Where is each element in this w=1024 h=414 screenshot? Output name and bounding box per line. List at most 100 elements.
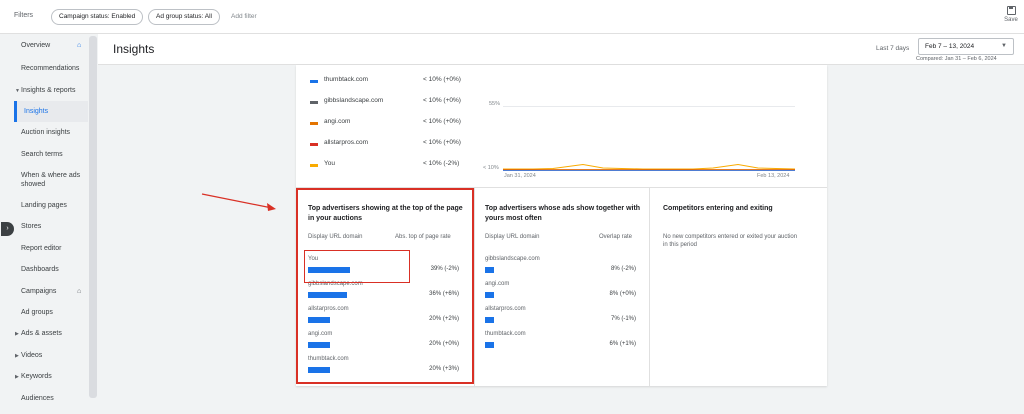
sidebar-item-label: Dashboards [21,266,59,273]
legend-swatch [310,143,318,146]
legend-name: allstarpros.com [324,139,369,146]
sidebar-item-landing-pages[interactable]: Landing pages [15,202,89,209]
legend-name: thumbtack.com [324,76,369,83]
sidebar-item-overview[interactable]: Overview ⌂ [15,42,89,49]
save-label: Save [1004,17,1018,23]
sidebar-item-label: Insights [24,108,49,115]
expand-right-icon: ▶ [15,331,19,337]
sidebar-item-label: Ads & assets [21,330,62,337]
sidebar-item-stores[interactable]: Stores [15,223,89,230]
sidebar-item-audiences[interactable]: Audiences [15,395,89,402]
x-tick-label: Feb 13, 2024 [757,173,790,179]
caret-down-icon: ▼ [1001,43,1007,49]
sidebar-item-label: Insights & reports [21,87,76,94]
sidebar-item-label: Report editor [21,245,62,252]
legend-value: < 10% (-2%) [423,160,460,167]
empty-state-message: No new competitors entered or exited you… [663,234,798,248]
legend-swatch [310,80,318,83]
sidebar-item-label: Landing pages [21,202,67,209]
row-value: 8% (+0%) [609,291,636,297]
legend-swatch [310,122,318,125]
sidebar-item-ad-groups[interactable]: Ad groups [15,309,89,316]
legend-value: < 10% (+0%) [423,118,461,125]
row-domain: gibbslandscape.com [485,256,540,262]
legend-swatch [310,101,318,104]
sidebar-item-label: Search terms [21,151,63,158]
home-icon: ⌂ [77,42,82,49]
date-range-label: Last 7 days [876,45,910,52]
panel-title-competitors: Competitors entering and exiting [663,205,773,212]
filter-chip-ad-group-status[interactable]: Ad group status: All [148,9,221,25]
row-value: 8% (-2%) [610,266,636,272]
expand-right-icon: ▶ [15,374,19,380]
chart-gridline [503,106,795,107]
sidebar-item-search-terms[interactable]: Search terms [15,151,89,158]
row-domain: angi.com [485,281,510,287]
sidebar-item-report-editor[interactable]: Report editor [15,245,89,252]
legend-swatch [310,164,318,167]
row-value: 6% (+1%) [609,341,636,347]
panel-divider [474,188,475,386]
add-filter-link[interactable]: Add filter [231,13,257,20]
date-range-value: Feb 7 – 13, 2024 [925,43,975,50]
row-domain: thumbtack.com [485,331,526,337]
expand-down-icon: ▼ [15,88,20,94]
sidebar-item-label: Ad groups [21,309,53,316]
y-tick-label: < 10% [483,165,499,171]
legend-name: angi.com [324,118,351,125]
sidebar-item-dashboards[interactable]: Dashboards [15,266,89,273]
row-value: 7% (-1%) [610,316,636,322]
panel-divider [649,188,650,386]
x-tick-label: Jan 31, 2024 [504,173,536,179]
row-bar [485,317,494,323]
row-bar [485,342,494,348]
sidebar-item-label: Stores [21,223,42,230]
chevron-right-icon: › [6,225,9,232]
sidebar-scrollbar[interactable] [89,36,97,398]
save-button[interactable]: Save [1001,6,1021,23]
page-header: Insights Last 7 days Feb 7 – 13, 2024 ▼ … [98,34,1024,65]
date-range-picker[interactable]: Feb 7 – 13, 2024 ▼ [918,38,1014,55]
filter-bar: Filters Campaign status: Enabled Ad grou… [0,0,1024,34]
sidebar-item-label: Keywords [21,373,52,380]
sidebar-item-label: Overview [21,42,51,49]
sidebar-item-campaigns[interactable]: Campaigns ⌂ [15,288,89,295]
line-chart [503,163,796,171]
panel-title-overlap: Top advertisers whose ads show together … [485,205,641,222]
home-icon: ⌂ [77,288,82,295]
expand-right-icon: ▶ [15,353,19,359]
sidebar-item-insights[interactable]: Insights [14,101,88,122]
sidebar-item-ads-assets[interactable]: ▶ Ads & assets [15,330,89,337]
page-title: Insights [113,42,155,56]
y-tick-label: 55% [489,101,501,107]
compared-range: Compared: Jan 31 – Feb 6, 2024 [916,56,997,62]
sidebar-item-insights-reports[interactable]: ▼ Insights & reports [15,87,89,94]
sidebar-item-label: Audiences [21,395,54,402]
sidebar-item-recommendations[interactable]: Recommendations [15,65,89,72]
legend-value: < 10% (+0%) [423,139,461,146]
sidebar-item-label: Videos [21,352,43,359]
row-bar [485,267,494,273]
sidebar-item-label: Recommendations [21,65,80,72]
filters-label: Filters [14,12,34,19]
series-line-you [503,163,796,170]
sidebar-item-videos[interactable]: ▶ Videos [15,352,89,359]
sidebar-item-label: Auction insights [21,129,71,136]
legend-name: gibbslandscape.com [324,97,384,104]
legend-value: < 10% (+0%) [423,97,461,104]
column-header-domain: Display URL domain [485,234,540,240]
annotation-highlight-box [296,188,474,384]
sidebar-item-auction-insights[interactable]: Auction insights [15,129,89,136]
sidebar-item-label: Campaigns [21,288,57,295]
sidebar-item-label: When & where ads showed [21,172,81,188]
legend-value: < 10% (+0%) [423,76,461,83]
row-bar [485,292,494,298]
sidebar-item-keywords[interactable]: ▶ Keywords [15,373,89,380]
annotation-you-box [304,250,410,283]
annotation-arrow-icon [201,193,276,211]
column-header-overlap-rate[interactable]: Overlap rate [599,234,632,240]
filter-chip-campaign-status[interactable]: Campaign status: Enabled [51,9,144,25]
legend-name: You [324,160,335,167]
sidebar-item-when-where[interactable]: When & where ads showed [15,171,89,189]
save-icon [1006,6,1016,15]
